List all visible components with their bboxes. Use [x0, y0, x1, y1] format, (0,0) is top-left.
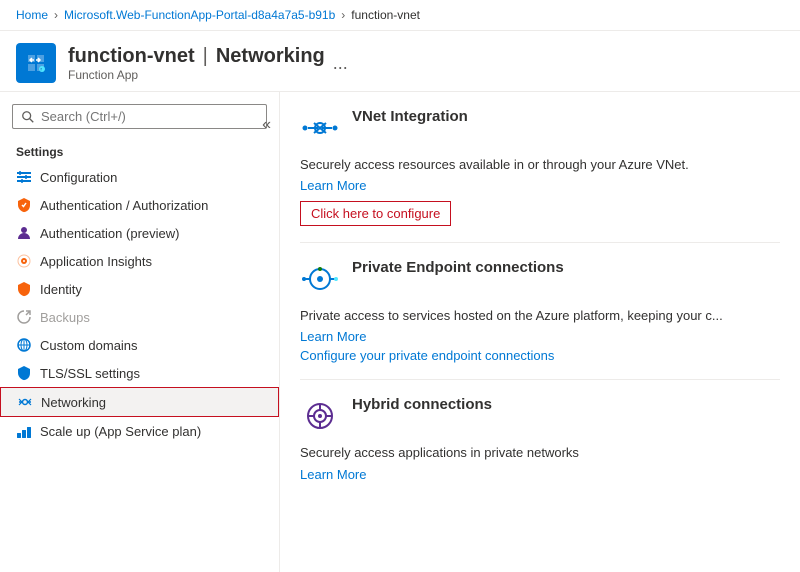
vnet-icon: [300, 108, 340, 148]
search-input[interactable]: [41, 109, 258, 124]
hybrid-header: Hybrid connections: [300, 396, 780, 436]
sidebar-item-auth-preview[interactable]: Authentication (preview): [0, 219, 279, 247]
main-content: VNet Integration Securely access resourc…: [280, 92, 800, 572]
private-endpoint-title-area: Private Endpoint connections: [352, 259, 564, 280]
settings-section-label: Settings: [0, 137, 279, 163]
breadcrumb-sep-1: ›: [54, 8, 58, 22]
private-endpoint-title: Private Endpoint connections: [352, 259, 564, 276]
sidebar-item-tls-ssl[interactable]: TLS/SSL settings: [0, 359, 279, 387]
tls-ssl-icon: [16, 365, 32, 381]
private-endpoint-learn-more[interactable]: Learn More: [300, 329, 366, 344]
vnet-header: VNet Integration: [300, 108, 780, 148]
custom-domains-label: Custom domains: [40, 338, 138, 353]
hybrid-icon: [300, 396, 340, 436]
vnet-section: VNet Integration Securely access resourc…: [300, 108, 780, 243]
vnet-learn-more[interactable]: Learn More: [300, 178, 366, 193]
vnet-title: VNet Integration: [352, 108, 468, 125]
networking-icon: [17, 394, 33, 410]
scale-up-label: Scale up (App Service plan): [40, 424, 201, 439]
private-endpoint-icon: [300, 259, 340, 299]
custom-domains-icon: [16, 337, 32, 353]
scale-up-icon: [16, 423, 32, 439]
hybrid-learn-more[interactable]: Learn More: [300, 467, 366, 482]
configuration-label: Configuration: [40, 170, 117, 185]
sidebar-item-backups: Backups: [0, 303, 279, 331]
identity-label: Identity: [40, 282, 82, 297]
sidebar-item-networking[interactable]: Networking: [0, 387, 279, 417]
collapse-button[interactable]: «: [262, 116, 271, 134]
vnet-description: Securely access resources available in o…: [300, 156, 780, 174]
function-app-icon-svg: f: [24, 51, 48, 75]
backups-label: Backups: [40, 310, 90, 325]
app-insights-label: Application Insights: [40, 254, 152, 269]
breadcrumb-home[interactable]: Home: [16, 8, 48, 22]
tls-ssl-label: TLS/SSL settings: [40, 366, 140, 381]
header-ellipsis[interactable]: ...: [333, 53, 348, 74]
private-endpoint-header: Private Endpoint connections: [300, 259, 780, 299]
app-icon: f: [16, 43, 56, 83]
auth-auth-icon: [16, 197, 32, 213]
auth-auth-label: Authentication / Authorization: [40, 198, 208, 213]
hybrid-description: Securely access applications in private …: [300, 444, 780, 462]
hybrid-title: Hybrid connections: [352, 396, 492, 413]
private-endpoint-configure[interactable]: Configure your private endpoint connecti…: [300, 348, 554, 363]
sidebar-item-auth-auth[interactable]: Authentication / Authorization: [0, 191, 279, 219]
title-area: function-vnet | Networking Function App: [68, 45, 325, 82]
breadcrumb: Home › Microsoft.Web-FunctionApp-Portal-…: [0, 0, 800, 31]
sidebar-item-custom-domains[interactable]: Custom domains: [0, 331, 279, 359]
page-header: f function-vnet | Networking Function Ap…: [0, 31, 800, 92]
sidebar-item-configuration[interactable]: Configuration: [0, 163, 279, 191]
configuration-icon: [16, 169, 32, 185]
auth-preview-icon: [16, 225, 32, 241]
breadcrumb-sep-2: ›: [341, 8, 345, 22]
search-icon: [21, 110, 35, 124]
title-separator: |: [203, 45, 208, 68]
vnet-configure-link[interactable]: Click here to configure: [300, 201, 451, 226]
hybrid-section: Hybrid connections Securely access appli…: [300, 396, 780, 497]
search-box[interactable]: [12, 104, 267, 129]
app-insights-icon: [16, 253, 32, 269]
breadcrumb-subscription[interactable]: Microsoft.Web-FunctionApp-Portal-d8a4a7a…: [64, 8, 335, 22]
sidebar-item-scale-up[interactable]: Scale up (App Service plan): [0, 417, 279, 445]
backups-icon: [16, 309, 32, 325]
private-endpoint-section: Private Endpoint connections Private acc…: [300, 259, 780, 380]
sidebar: « Settings Configuration: [0, 92, 280, 572]
page-subtitle: Function App: [68, 68, 325, 82]
breadcrumb-current: function-vnet: [351, 8, 420, 22]
auth-preview-label: Authentication (preview): [40, 226, 179, 241]
sidebar-item-app-insights[interactable]: Application Insights: [0, 247, 279, 275]
private-endpoint-description: Private access to services hosted on the…: [300, 307, 780, 325]
main-layout: « Settings Configuration: [0, 92, 800, 572]
networking-label: Networking: [41, 395, 106, 410]
hybrid-title-area: Hybrid connections: [352, 396, 492, 417]
identity-icon: [16, 281, 32, 297]
page-title: function-vnet | Networking: [68, 45, 325, 68]
vnet-title-area: VNet Integration: [352, 108, 468, 129]
sidebar-item-identity[interactable]: Identity: [0, 275, 279, 303]
